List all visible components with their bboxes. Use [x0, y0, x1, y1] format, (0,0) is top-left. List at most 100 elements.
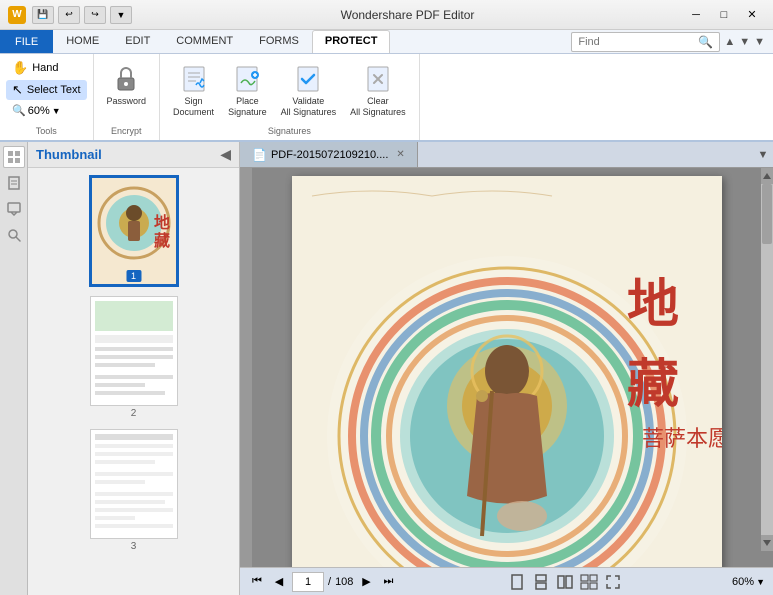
- pdf-page: 地 藏 菩萨本愿功德经 卷: [292, 176, 722, 567]
- maximize-button[interactable]: □: [711, 6, 737, 24]
- sidebar-tab-bookmarks[interactable]: [3, 172, 25, 194]
- continuous-page-btn[interactable]: [530, 572, 552, 592]
- clear-label: Clear All Signatures: [350, 96, 406, 118]
- thumbnail-item-1[interactable]: 地 藏 1: [90, 176, 178, 286]
- last-page-btn[interactable]: ⏭: [379, 573, 397, 591]
- page-nav: ⏮ ◀ / 108 ▶ ⏭: [248, 572, 397, 592]
- redo-btn[interactable]: ↪: [84, 6, 106, 24]
- statusbar: ⏮ ◀ / 108 ▶ ⏭: [240, 567, 773, 595]
- window-controls: ─ □ ✕: [683, 6, 765, 24]
- select-text-label: Select Text: [27, 84, 81, 96]
- signatures-group: Sign Document Place Signature: [160, 54, 420, 140]
- scroll-down-btn[interactable]: [761, 535, 773, 551]
- zoom-label: 60%: [28, 105, 50, 117]
- pdf-page-container: 地 藏 菩萨本愿功德经 卷: [240, 168, 773, 567]
- titlebar-left: W 💾 ↩ ↪ ▼: [8, 6, 132, 24]
- place-signature-label: Place Signature: [228, 96, 267, 118]
- cursor-icon: ↖: [12, 82, 23, 98]
- tab-file[interactable]: FILE: [0, 30, 53, 53]
- thumb-num-3: 3: [131, 541, 137, 552]
- svg-text:地: 地: [154, 213, 170, 232]
- search-input[interactable]: [578, 36, 698, 48]
- sidebar-tab-thumbnail[interactable]: [3, 146, 25, 168]
- thumbnail-panel: Thumbnail ◀ 地 藏: [28, 142, 239, 595]
- sidebar-tab-comments[interactable]: [3, 198, 25, 220]
- encrypt-group: Password Encrypt: [94, 54, 161, 140]
- clear-signatures-btn[interactable]: Clear All Signatures: [345, 60, 411, 121]
- nav-next-icon[interactable]: ▼: [739, 36, 750, 48]
- minimize-button[interactable]: ─: [683, 6, 709, 24]
- tab-protect[interactable]: PROTECT: [312, 30, 391, 53]
- pdf-tab-close[interactable]: ✕: [396, 149, 404, 160]
- hand-icon: ✋: [12, 60, 28, 76]
- pdf-content-area: 📄 PDF-2015072109210.... ✕ ▼: [240, 142, 773, 595]
- tab-scroll-down[interactable]: ▼: [753, 142, 773, 167]
- zoom-control[interactable]: 60% ▼: [732, 576, 765, 588]
- two-page-btn[interactable]: [554, 572, 576, 592]
- pdf-tab-active[interactable]: 📄 PDF-2015072109210.... ✕: [240, 142, 418, 167]
- zoom-dropdown-icon: ▼: [52, 106, 61, 116]
- close-button[interactable]: ✕: [739, 6, 765, 24]
- password-label: Password: [107, 96, 147, 107]
- svg-text:菩萨本愿功德经: 菩萨本愿功德经: [642, 426, 722, 451]
- pdf-tab-label: PDF-2015072109210....: [271, 149, 388, 161]
- svg-text:藏: 藏: [618, 356, 678, 408]
- place-signature-btn[interactable]: Place Signature: [223, 60, 272, 121]
- signatures-group-label: Signatures: [268, 126, 311, 136]
- validate-signatures-btn[interactable]: Validate All Signatures: [276, 60, 342, 121]
- pdf-tab-icon: 📄: [252, 148, 267, 162]
- encrypt-group-label: Encrypt: [111, 126, 142, 136]
- sign-document-label: Sign Document: [173, 96, 214, 118]
- thumbnail-item-2[interactable]: 2: [90, 296, 178, 419]
- zoom-btn[interactable]: 🔍 60% ▼: [6, 102, 87, 119]
- tab-comment[interactable]: COMMENT: [163, 30, 246, 53]
- svg-text:藏: 藏: [154, 231, 170, 250]
- nav-prev-icon[interactable]: ▲: [724, 36, 735, 48]
- tools-group-label: Tools: [6, 126, 87, 136]
- validate-icon: [292, 63, 324, 95]
- thumbnail-title: Thumbnail: [36, 147, 102, 162]
- sign-document-icon: [178, 63, 210, 95]
- tab-home[interactable]: HOME: [53, 30, 112, 53]
- first-page-btn[interactable]: ⏮: [248, 573, 266, 591]
- hand-tool-btn[interactable]: ✋ Hand: [6, 58, 87, 78]
- save-quick-btn[interactable]: 💾: [32, 6, 54, 24]
- sidebar-collapse-btn[interactable]: ◀: [220, 146, 231, 163]
- customize-btn[interactable]: ▼: [110, 6, 132, 24]
- quick-access-toolbar: 💾 ↩ ↪ ▼: [32, 6, 132, 24]
- vertical-scrollbar[interactable]: [761, 168, 773, 551]
- thumb-page-badge: 1: [126, 270, 141, 282]
- single-page-btn[interactable]: [506, 572, 528, 592]
- prev-page-btn[interactable]: ◀: [270, 573, 288, 591]
- sidebar-tab-search[interactable]: [3, 224, 25, 246]
- page-separator: /: [328, 576, 331, 588]
- pdf-page-content: 地 藏 菩萨本愿功德经 卷: [292, 176, 722, 567]
- app-title: Wondershare PDF Editor: [132, 8, 683, 22]
- left-margin: [240, 168, 252, 567]
- zoom-icon: 🔍: [12, 104, 26, 117]
- pdf-viewport[interactable]: 地 藏 菩萨本愿功德经 卷: [240, 168, 773, 567]
- next-page-btn[interactable]: ▶: [357, 573, 375, 591]
- total-pages: 108: [335, 576, 353, 588]
- scroll-up-btn[interactable]: [761, 168, 773, 184]
- scroll-thumb[interactable]: [762, 184, 772, 244]
- tab-scroll-btns: ▼: [753, 142, 773, 167]
- place-signature-icon: [231, 63, 263, 95]
- ribbon-options-icon[interactable]: ▼: [754, 36, 765, 48]
- two-continuous-btn[interactable]: [578, 572, 600, 592]
- titlebar: W 💾 ↩ ↪ ▼ Wondershare PDF Editor ─ □ ✕: [0, 0, 773, 30]
- undo-btn[interactable]: ↩: [58, 6, 80, 24]
- sidebar-icon-tabs: [0, 142, 28, 595]
- thumbnail-list: 地 藏 1: [28, 168, 239, 595]
- select-text-btn[interactable]: ↖ Select Text: [6, 80, 87, 100]
- svg-text:地: 地: [618, 276, 678, 328]
- password-icon: [110, 63, 142, 95]
- tab-forms[interactable]: FORMS: [246, 30, 312, 53]
- tab-edit[interactable]: EDIT: [112, 30, 163, 53]
- fullscreen-btn[interactable]: [602, 572, 624, 592]
- thumbnail-item-3[interactable]: 3: [90, 429, 178, 552]
- zoom-value: 60%: [732, 576, 754, 588]
- password-btn[interactable]: Password: [102, 60, 152, 110]
- sign-document-btn[interactable]: Sign Document: [168, 60, 219, 121]
- page-number-input[interactable]: [292, 572, 324, 592]
